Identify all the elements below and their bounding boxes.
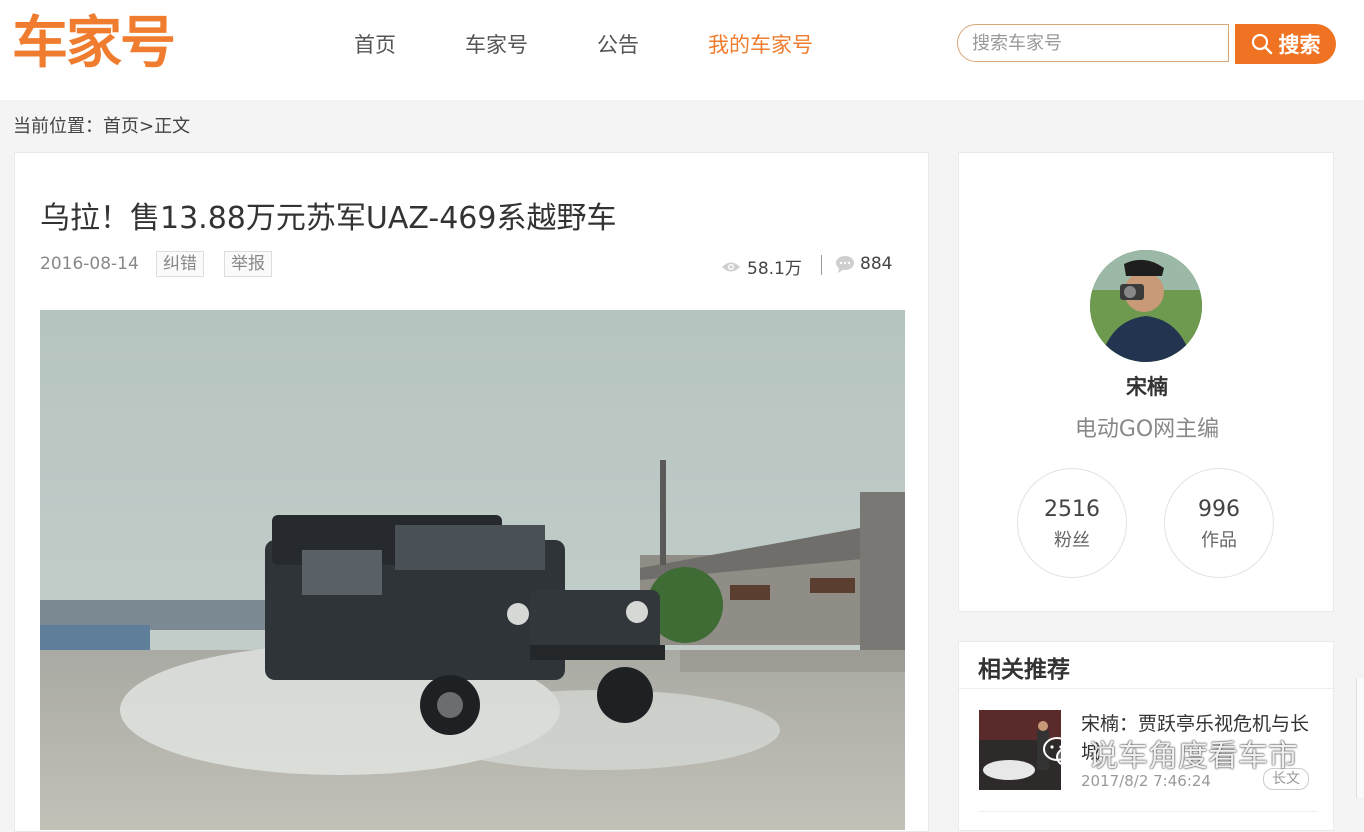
nav-chejiahao[interactable]: 车家号 <box>465 29 528 59</box>
search-button[interactable]: 搜索 <box>1235 24 1336 64</box>
works-stat[interactable]: 996 作品 <box>1164 468 1274 578</box>
related-divider <box>959 688 1335 689</box>
search-input[interactable] <box>958 25 1222 61</box>
site-logo[interactable]: 车家号 <box>12 10 176 78</box>
article-image <box>40 310 905 830</box>
floating-sidebar-edge[interactable] <box>1356 678 1364 798</box>
nav-my-chejiahao[interactable]: 我的车家号 <box>708 29 813 59</box>
author-title: 电动GO网主编 <box>1074 417 1220 442</box>
breadcrumb: 当前位置：首页>正文 <box>13 116 191 137</box>
top-header: 车家号 首页 车家号 公告 我的车家号 搜索 <box>0 0 1364 100</box>
related-item-divider <box>979 811 1317 812</box>
related-heading: 相关推荐 <box>978 657 1070 683</box>
comment-count-value: 884 <box>860 254 893 274</box>
report-error-button[interactable]: 纠错 <box>156 251 204 277</box>
avatar-photo-icon <box>1090 250 1202 362</box>
comment-icon <box>836 256 854 273</box>
view-count: 58.1万 <box>721 254 802 279</box>
article-card: 乌拉！售13.88万元苏军UAZ-469系越野车 2016-08-14 纠错 举… <box>14 152 929 832</box>
report-button[interactable]: 举报 <box>224 251 272 277</box>
author-name[interactable]: 宋楠 <box>959 371 1335 401</box>
nav-notice[interactable]: 公告 <box>597 29 639 59</box>
search-icon <box>1251 33 1272 55</box>
wechat-icon <box>1043 737 1080 767</box>
watermark: 说车角度看车市 <box>1042 728 1298 778</box>
author-card: 宋楠 电动GO网主编 2516 粉丝 996 作品 <box>958 152 1334 612</box>
article-date: 2016-08-14 <box>40 254 139 274</box>
search-box <box>957 24 1229 62</box>
meta-divider <box>821 255 822 275</box>
works-count: 996 <box>1198 497 1240 522</box>
followers-count: 2516 <box>1044 497 1100 522</box>
works-label: 作品 <box>1201 530 1237 551</box>
view-count-value: 58.1万 <box>747 259 802 279</box>
comment-count[interactable]: 884 <box>835 254 892 274</box>
followers-stat[interactable]: 2516 粉丝 <box>1017 468 1127 578</box>
search-button-label: 搜索 <box>1278 33 1321 57</box>
article-title: 乌拉！售13.88万元苏军UAZ-469系越野车 <box>40 201 617 236</box>
watermark-text: 说车角度看车市 <box>1088 739 1298 774</box>
author-avatar[interactable] <box>1090 250 1202 362</box>
nav-home[interactable]: 首页 <box>354 29 396 59</box>
eye-icon <box>722 262 740 271</box>
jeep-photo-icon <box>40 310 905 830</box>
followers-label: 粉丝 <box>1054 530 1090 551</box>
